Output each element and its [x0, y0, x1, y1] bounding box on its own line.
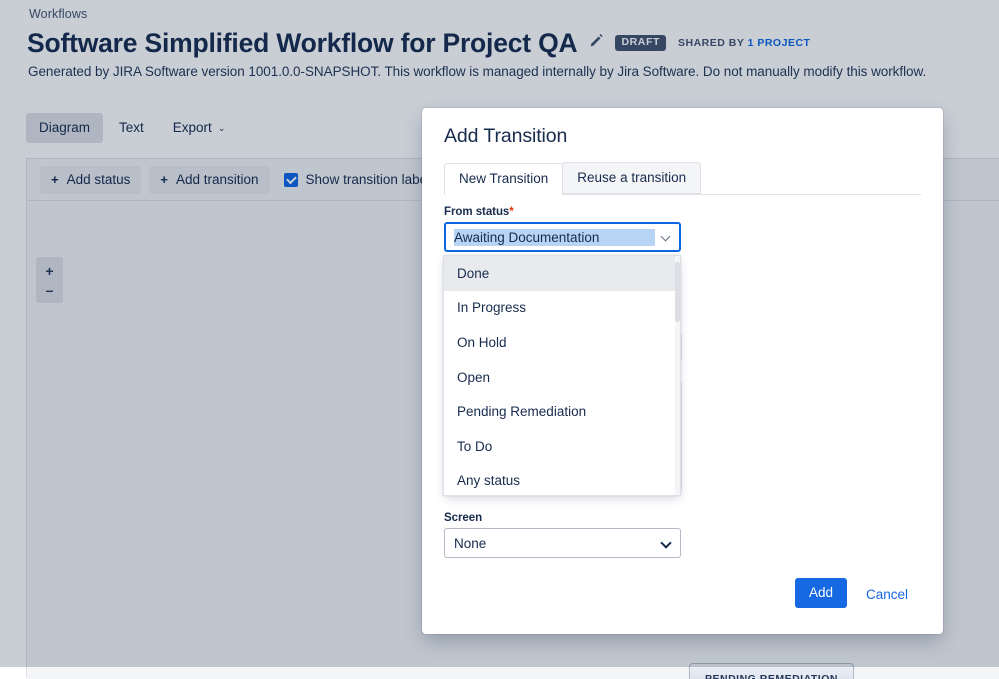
tab-new-transition[interactable]: New Transition — [444, 163, 564, 195]
dropdown-option-label: In Progress — [457, 300, 527, 316]
dropdown-option[interactable]: Open — [444, 360, 680, 395]
tab-reuse-a-transition[interactable]: Reuse a transition — [562, 162, 702, 194]
dropdown-option-label: Pending Remediation — [457, 404, 587, 420]
tab-new-transition-label: New Transition — [459, 171, 549, 186]
screen-label: Screen — [444, 512, 483, 524]
from-status-value: Awaiting Documentation — [454, 228, 655, 246]
dropdown-options: Done In Progress On Hold Open Pending Remedi… — [444, 256, 680, 495]
dropdown-option[interactable]: On Hold — [444, 325, 680, 360]
cancel-button[interactable]: Cancel — [860, 586, 914, 603]
chevron-down-icon — [661, 538, 671, 548]
dialog-title: Add Transition — [444, 125, 568, 147]
tab-reuse-a-transition-label: Reuse a transition — [577, 170, 687, 185]
dropdown-option[interactable]: Done — [444, 256, 680, 291]
dropdown-option[interactable]: To Do — [444, 429, 680, 464]
from-status-dropdown-list[interactable]: Done In Progress On Hold Open Pending Remedi… — [443, 255, 681, 496]
from-status-select[interactable]: Awaiting Documentation — [444, 222, 681, 252]
dropdown-option-label: Done — [457, 265, 490, 281]
screen-value: None — [454, 535, 487, 551]
dropdown-option[interactable]: Any status — [444, 464, 680, 495]
from-status-label: From status* — [444, 206, 514, 218]
required-asterisk: * — [509, 206, 514, 218]
from-status-label-text: From status — [444, 206, 510, 218]
dropdown-option-label: Open — [457, 369, 491, 385]
dropdown-option-label: On Hold — [457, 334, 507, 350]
add-button[interactable]: Add — [795, 578, 848, 608]
chevron-down-icon — [661, 232, 671, 242]
dropdown-option-label: To Do — [457, 438, 493, 454]
dropdown-option[interactable]: In Progress — [444, 291, 680, 326]
dropdown-option-label: Any status — [457, 473, 521, 489]
dialog-tabs: New Transition Reuse a transition — [444, 162, 921, 195]
dropdown-option[interactable]: Pending Remediation — [444, 394, 680, 429]
screen-select[interactable]: None — [444, 528, 681, 558]
dropdown-scrollbar-thumb[interactable] — [675, 262, 680, 322]
dropdown-scrollbar-track[interactable] — [675, 256, 680, 495]
